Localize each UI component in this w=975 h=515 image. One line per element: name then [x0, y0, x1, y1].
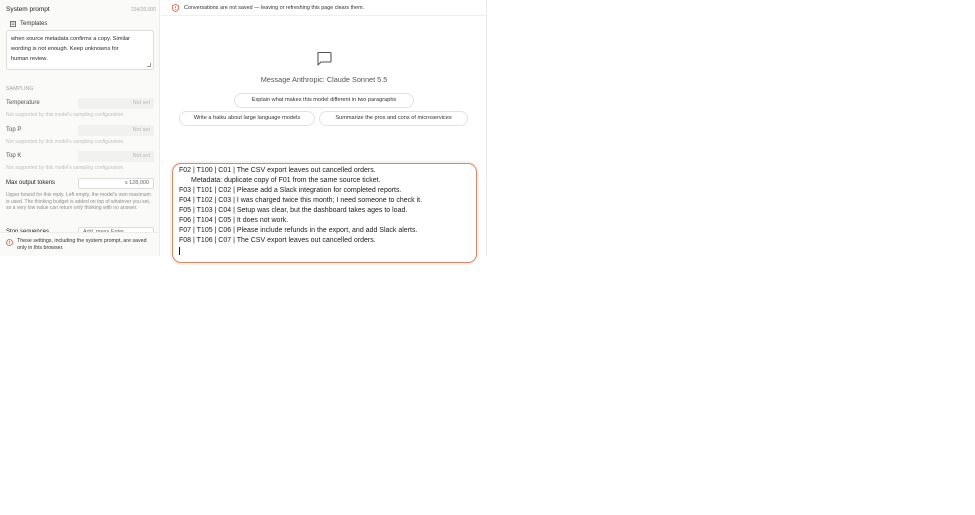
system-prompt-text: Anthropic-supported facts from duplicate…	[11, 31, 131, 62]
chat-area: Conversations are not saved — leaving or…	[161, 0, 487, 263]
char-count: 234/20,000	[130, 7, 156, 13]
chat-bubble-icon	[316, 51, 332, 71]
settings-panel: System prompt 234/20,000 Templates Anthr…	[0, 0, 160, 256]
suggestion-chip[interactable]: Summarize the pros and cons of microserv…	[319, 111, 468, 126]
message-input[interactable]: F02 | T100 | C01 | The CSV export leaves…	[172, 163, 477, 263]
suggestion-chip[interactable]: Explain what makes this model different …	[234, 93, 414, 108]
system-prompt-header: System prompt 234/20,000	[6, 6, 156, 16]
message-input-text: F02 | T100 | C01 | The CSV export leaves…	[179, 166, 475, 255]
templates-label: Templates	[20, 20, 48, 27]
message-line: F08 | T106 | C07 | The CSV export leaves…	[179, 237, 376, 244]
message-line: F03 | T101 | C02 | Please add a Slack in…	[179, 187, 402, 194]
text-caret	[179, 247, 180, 255]
top-p-label: Top P	[6, 127, 22, 133]
banner-text: Conversations are not saved — leaving or…	[184, 5, 365, 11]
max-output-label: Max output tokens	[6, 180, 56, 186]
not-saved-banner: Conversations are not saved — leaving or…	[161, 0, 487, 16]
message-line: F07 | T105 | C06 | Please include refund…	[179, 227, 418, 234]
message-line: F06 | T104 | C05 | It does not work.	[179, 217, 289, 224]
settings-footer-note: These settings, including the system pro…	[17, 238, 147, 251]
max-output-help: Upper bound for this reply. Left empty, …	[6, 192, 151, 211]
empty-state-title: Message Anthropic: Claude Sonnet 5.5	[260, 75, 388, 84]
temperature-label: Temperature	[6, 100, 40, 106]
max-output-input[interactable]: ≤ 128,000	[78, 178, 154, 189]
temperature-input[interactable]: Not set	[78, 98, 154, 109]
settings-footer: These settings, including the system pro…	[0, 232, 159, 256]
temperature-hint: Not supported by this model's sampling c…	[6, 112, 125, 118]
message-line: F02 | T100 | C01 | The CSV export leaves…	[179, 167, 376, 174]
message-line: Metadata: duplicate copy of F01 from the…	[191, 177, 381, 184]
suggestion-chip[interactable]: Write a haiku about large language model…	[179, 111, 315, 126]
system-prompt-label: System prompt	[6, 6, 50, 13]
top-k-label: Top K	[6, 153, 22, 159]
top-p-input[interactable]: Not set	[78, 125, 154, 136]
message-line: F04 | T102 | C03 | I was charged twice t…	[179, 197, 423, 204]
top-k-hint: Not supported by this model's sampling c…	[6, 165, 125, 171]
system-prompt-textarea[interactable]: Anthropic-supported facts from duplicate…	[6, 30, 154, 70]
top-p-hint: Not supported by this model's sampling c…	[6, 139, 125, 145]
sampling-section-label: SAMPLING	[6, 86, 34, 92]
resize-handle[interactable]	[147, 63, 151, 67]
message-line: F05 | T103 | C04 | Setup was clear, but …	[179, 207, 408, 214]
templates-button[interactable]: Templates	[6, 18, 47, 29]
top-k-input[interactable]: Not set	[78, 151, 154, 162]
templates-icon	[10, 20, 16, 27]
